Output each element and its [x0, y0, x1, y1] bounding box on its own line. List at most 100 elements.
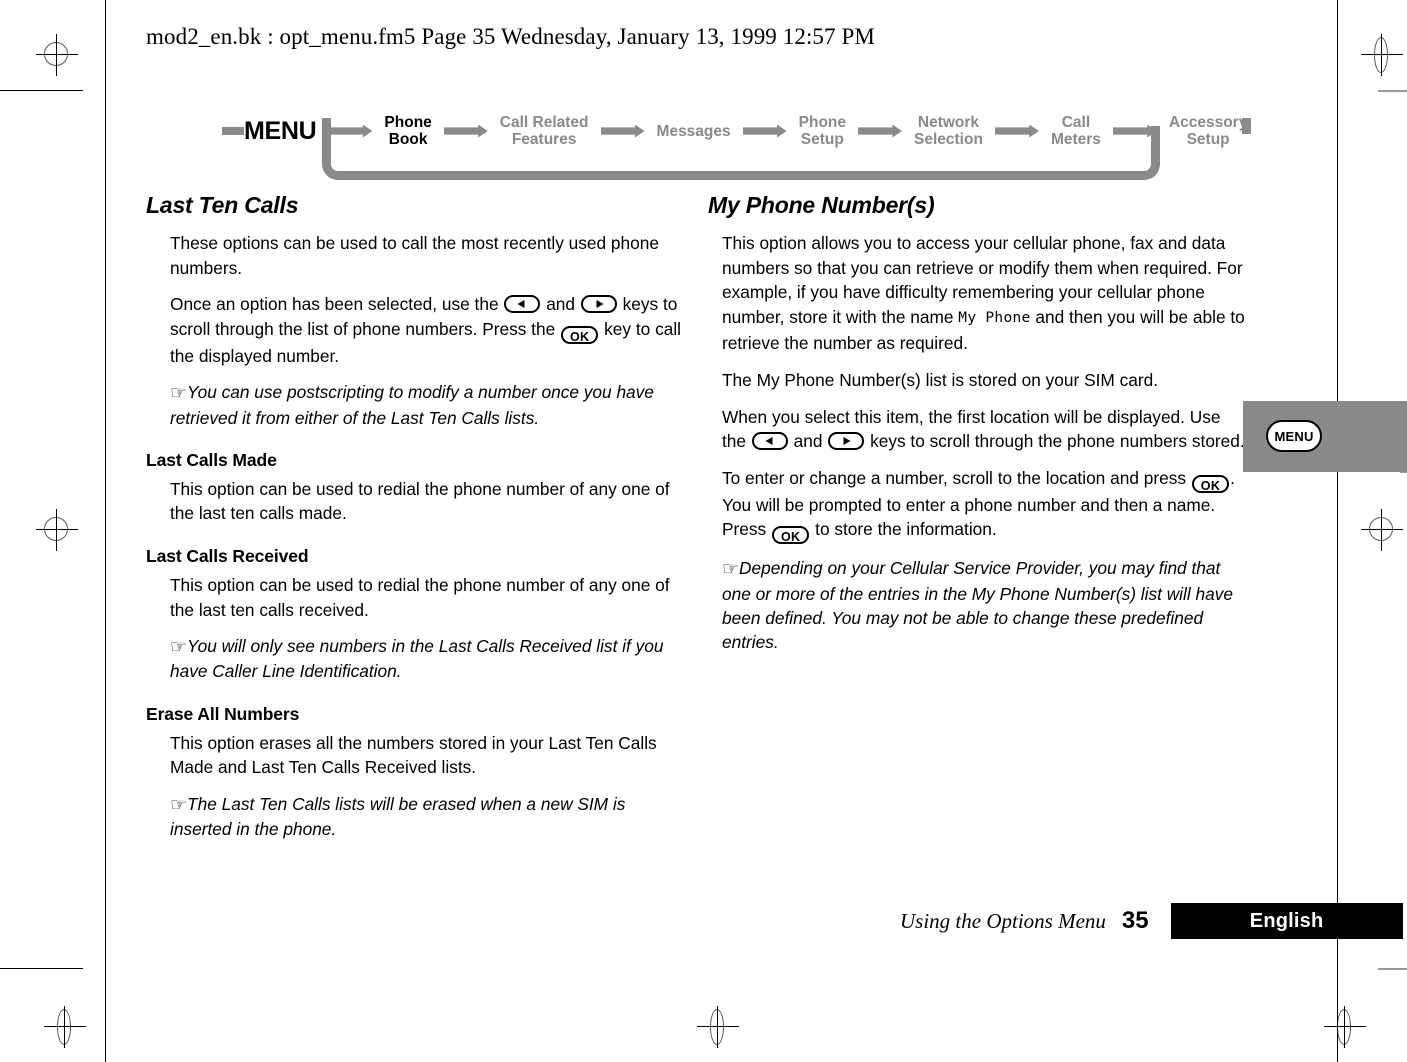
breadcrumb-item-call-related-features[interactable]: Call Related Features: [500, 114, 589, 148]
paragraph-enter-change-number: To enter or change a number, scroll to t…: [708, 466, 1248, 545]
paragraph-text-part2: and: [788, 431, 828, 452]
breadcrumb-label-line2: Setup: [800, 131, 844, 148]
breadcrumb-arrow-icon: [1112, 124, 1157, 138]
pointing-hand-icon: ☞: [722, 559, 739, 581]
registration-vline: [56, 509, 57, 551]
paragraph-sim-card-storage: The My Phone Number(s) list is stored on…: [722, 369, 1159, 390]
paragraph-last-calls-received: This option can be used to redial the ph…: [170, 574, 670, 620]
breadcrumb-label-line1: Accessory: [1168, 114, 1248, 131]
registration-hline: [1361, 54, 1403, 55]
paragraph-erase-all-numbers: This option erases all the numbers store…: [170, 732, 657, 778]
paragraph-scroll-locations: When you select this item, the first loc…: [708, 405, 1248, 454]
breadcrumb-label-line2: Book: [388, 131, 428, 148]
breadcrumb-label-line1: Phone: [384, 114, 432, 131]
registration-hline: [1324, 1026, 1366, 1027]
registration-mark-mid-left: [35, 508, 79, 552]
ok-key-icon: OK: [771, 526, 810, 545]
right-content-column: My Phone Number(s) This option allows yo…: [708, 192, 1248, 666]
crop-mark-top-right: [1378, 90, 1407, 92]
note-text: You will only see numbers in the Last Ca…: [170, 636, 664, 682]
breadcrumb-label-line1: Call: [1061, 114, 1091, 131]
breadcrumb-label-line1: Phone: [798, 114, 847, 131]
right-arrow-key-icon: [828, 432, 865, 451]
paragraph-last-calls-made: This option can be used to redial the ph…: [170, 478, 670, 524]
registration-mark-bottom-center: [696, 1005, 740, 1049]
note-predefined-entries: ☞Depending on your Cellular Service Prov…: [708, 556, 1248, 654]
registration-mark-bottom-right: [1323, 1005, 1367, 1049]
footer-page-number: 35: [1121, 907, 1149, 934]
paragraph-text-part3: keys to scroll through the phone numbers…: [865, 431, 1245, 452]
lcd-display-text: My Phone: [958, 309, 1031, 326]
registration-mark-top-right: [1360, 33, 1404, 77]
breadcrumb-arrow-icon: [328, 124, 373, 138]
left-arrow-key-icon: [751, 432, 788, 451]
registration-hline: [44, 1026, 86, 1027]
footer-chapter-title: Using the Options Menu: [900, 908, 1106, 933]
breadcrumb-arrow-icon: [994, 124, 1039, 138]
breadcrumb-item-phone-setup[interactable]: Phone Setup: [799, 114, 846, 148]
menu-button[interactable]: MENU: [1266, 420, 1322, 452]
note-postscripting: ☞You can use postscripting to modify a n…: [146, 380, 686, 429]
crop-mark-bottom-right: [1378, 968, 1407, 970]
paragraph-text-part1: To enter or change a number, scroll to t…: [722, 467, 1191, 488]
left-content-column: Last Ten Calls These options can be used…: [146, 192, 686, 853]
breadcrumb-item-phone-book[interactable]: Phone Book: [384, 114, 431, 148]
section-title-my-phone-numbers: My Phone Number(s): [708, 192, 935, 218]
registration-mark-mid-right: [1360, 508, 1404, 552]
paragraph-text-part2: and: [541, 294, 580, 315]
registration-vline: [56, 34, 57, 76]
subsection-title-last-calls-made: Last Calls Made: [146, 449, 277, 470]
note-text: Depending on your Cellular Service Provi…: [722, 558, 1233, 652]
registration-hline: [697, 1026, 739, 1027]
paragraph-last-ten-calls-keys: Once an option has been selected, use th…: [146, 292, 686, 368]
note-text: The Last Ten Calls lists will be erased …: [170, 793, 626, 839]
breadcrumb-label-line1: Messages: [656, 122, 731, 140]
breadcrumb-menu-label[interactable]: MENU: [244, 117, 317, 146]
breadcrumb-label-line2: Features: [511, 131, 577, 148]
registration-vline: [64, 1006, 65, 1048]
breadcrumb-label-line2: Meters: [1050, 131, 1101, 148]
left-arrow-key-icon: [504, 295, 541, 314]
crop-mark-top-left: [0, 90, 83, 91]
right-arrow-key-icon: [580, 295, 617, 314]
pointing-hand-icon: ☞: [170, 637, 187, 659]
note-text: You can use postscripting to modify a nu…: [170, 382, 654, 428]
ok-key-label: OK: [780, 530, 801, 545]
note-new-sim-erase: ☞The Last Ten Calls lists will be erased…: [146, 792, 686, 841]
page-border-left: [105, 0, 106, 1062]
breadcrumb-item-call-meters[interactable]: Call Meters: [1051, 114, 1101, 148]
registration-hline: [1361, 529, 1403, 530]
breadcrumb-arrow-icon: [600, 124, 645, 138]
registration-vline: [1381, 509, 1382, 551]
ok-key-label: OK: [1200, 478, 1221, 493]
ok-key-icon: OK: [1191, 474, 1230, 493]
subsection-title-last-calls-received: Last Calls Received: [146, 545, 309, 566]
ok-key-label: OK: [570, 329, 590, 344]
paragraph-my-phone-numbers-intro: This option allows you to access your ce…: [708, 231, 1248, 356]
breadcrumb-item-messages[interactable]: Messages: [657, 123, 731, 140]
crop-mark-bottom-left: [0, 968, 83, 969]
subsection-title-erase-all-numbers: Erase All Numbers: [146, 703, 300, 724]
breadcrumb-arrow-icon: [858, 124, 903, 138]
breadcrumb-label-line2: Selection: [914, 131, 983, 148]
registration-mark-top-left: [35, 33, 79, 77]
breadcrumb-item-network-selection[interactable]: Network Selection: [914, 114, 983, 148]
registration-vline: [1344, 1006, 1345, 1048]
breadcrumb-item-accessory-setup[interactable]: Accessory Setup: [1169, 114, 1247, 148]
pointing-hand-icon: ☞: [170, 383, 187, 405]
paragraph-text-part3: to store the information.: [810, 519, 997, 540]
breadcrumb-label-line1: Network: [917, 114, 980, 131]
breadcrumb-items-row: MENU Phone Book Call Related Features Me…: [222, 108, 1247, 154]
file-header: mod2_en.bk : opt_menu.fm5 Page 35 Wednes…: [146, 24, 875, 49]
registration-hline: [36, 54, 78, 55]
side-tab-menu[interactable]: MENU: [1243, 401, 1407, 472]
paragraph-text-part1: Once an option has been selected, use th…: [170, 294, 504, 315]
registration-mark-bottom-left: [43, 1005, 87, 1049]
paragraph-last-ten-calls-intro: These options can be used to call the mo…: [146, 231, 686, 280]
footer-language-badge: English: [1170, 903, 1403, 939]
menu-breadcrumb-nav: MENU Phone Book Call Related Features Me…: [222, 108, 1251, 180]
pointing-hand-icon: ☞: [170, 794, 187, 816]
breadcrumb-label-line1: Call Related: [499, 114, 589, 131]
registration-vline: [1381, 34, 1382, 76]
breadcrumb-dash-icon: [222, 127, 244, 135]
